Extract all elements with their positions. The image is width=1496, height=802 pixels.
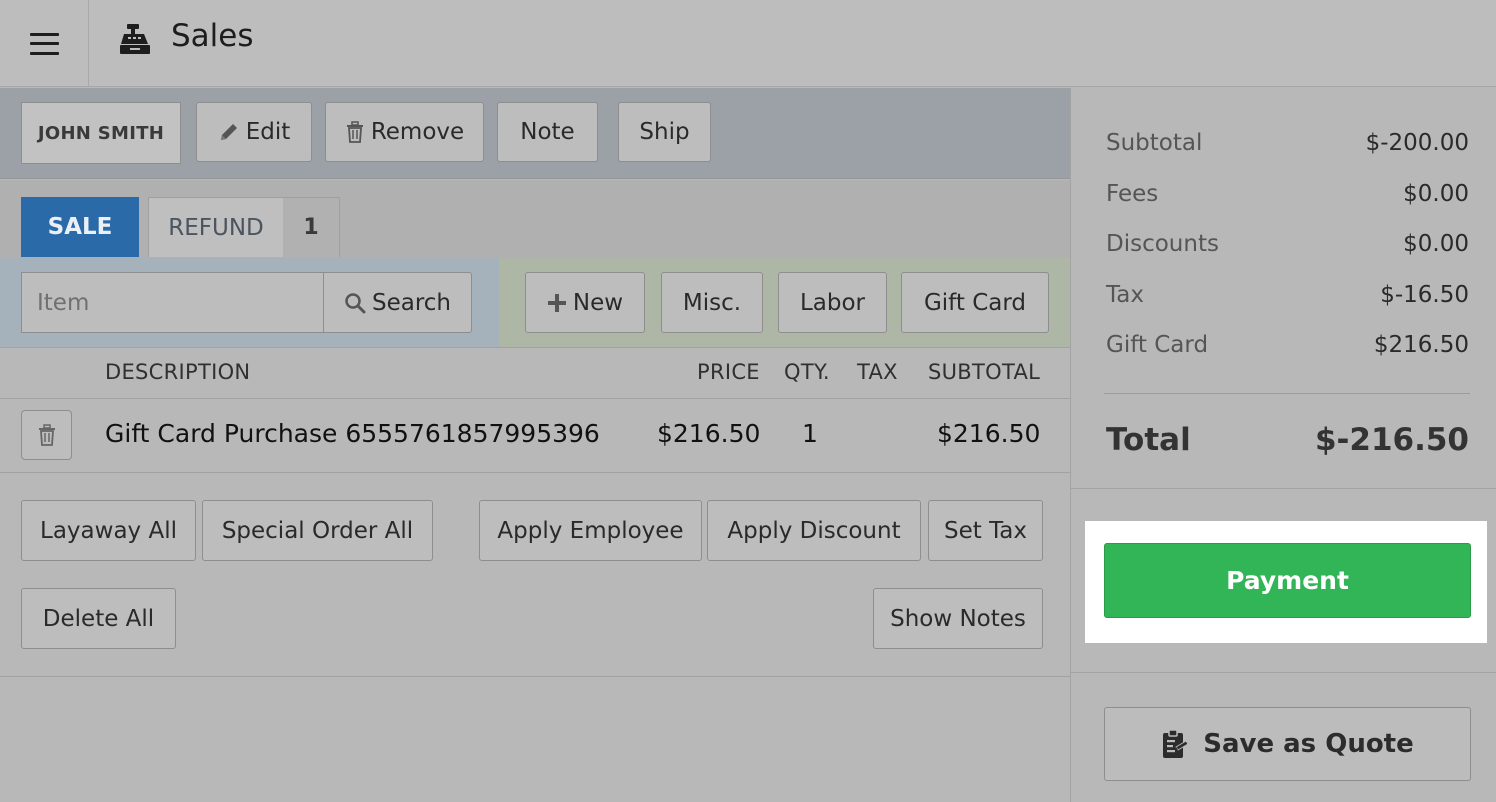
misc-button[interactable]: Misc. — [661, 272, 763, 333]
divider — [1071, 488, 1496, 489]
hamburger-icon — [29, 32, 59, 55]
trash-icon — [38, 424, 55, 446]
gift-card-button[interactable]: Gift Card — [901, 272, 1049, 333]
table-row: Gift Card Purchase 6555761857995396 $216… — [0, 399, 1070, 473]
search-icon — [345, 292, 366, 313]
tab-sale[interactable]: SALE — [21, 197, 139, 257]
divider — [1071, 672, 1496, 673]
labor-button[interactable]: Labor — [778, 272, 887, 333]
plus-icon — [547, 293, 566, 312]
line-description[interactable]: Gift Card Purchase 6555761857995396 — [105, 419, 600, 448]
divider — [1104, 393, 1470, 394]
new-item-button[interactable]: New — [525, 272, 645, 333]
summary-discounts: Discounts $0.00 — [1106, 231, 1469, 257]
summary-fees: Fees $0.00 — [1106, 181, 1469, 207]
save-as-quote-button[interactable]: Save as Quote — [1104, 707, 1471, 781]
note-button[interactable]: Note — [497, 102, 598, 162]
tab-refund[interactable]: REFUND 1 — [148, 197, 340, 257]
refund-count-badge: 1 — [283, 198, 339, 257]
show-notes-button[interactable]: Show Notes — [873, 588, 1043, 649]
tab-refund-label: REFUND — [168, 214, 264, 241]
col-description: DESCRIPTION — [105, 360, 251, 384]
payment-button[interactable]: Payment — [1104, 543, 1471, 618]
add-item-zone: New Misc. Labor Gift Card — [499, 258, 1070, 347]
layaway-all-button[interactable]: Layaway All — [21, 500, 196, 561]
clipboard-icon — [1163, 729, 1189, 758]
delete-all-button[interactable]: Delete All — [21, 588, 176, 649]
divider — [0, 676, 1070, 677]
col-tax: TAX — [857, 360, 898, 384]
item-search-zone: Search — [0, 258, 499, 347]
col-subtotal: SUBTOTAL — [928, 360, 1041, 384]
customer-button[interactable]: JOHN SMITH — [21, 102, 181, 164]
special-order-all-button[interactable]: Special Order All — [202, 500, 433, 561]
page-title: Sales — [171, 18, 254, 54]
remove-customer-button[interactable]: Remove — [325, 102, 484, 162]
apply-employee-button[interactable]: Apply Employee — [479, 500, 702, 561]
trash-icon — [346, 121, 363, 143]
col-qty: QTY. — [784, 360, 830, 384]
set-tax-button[interactable]: Set Tax — [928, 500, 1043, 561]
line-subtotal: $216.50 — [937, 419, 1041, 448]
delete-line-button[interactable] — [21, 410, 72, 460]
customer-name: JOHN SMITH — [37, 122, 165, 144]
apply-discount-button[interactable]: Apply Discount — [707, 500, 921, 561]
line-items-header: DESCRIPTION PRICE QTY. TAX SUBTOTAL — [0, 347, 1070, 399]
menu-button[interactable] — [0, 0, 89, 87]
sale-refund-tabs: SALE REFUND 1 — [0, 180, 1070, 258]
cash-register-icon — [120, 24, 150, 54]
edit-customer-button[interactable]: Edit — [196, 102, 312, 162]
ship-button[interactable]: Ship — [618, 102, 711, 162]
summary-subtotal: Subtotal $-200.00 — [1106, 130, 1469, 156]
line-price[interactable]: $216.50 — [657, 419, 760, 448]
app-header: Sales — [0, 0, 1496, 87]
summary-gift-card: Gift Card $216.50 — [1106, 332, 1469, 358]
payment-highlight: Payment — [1085, 521, 1487, 643]
summary-total: Total $-216.50 — [1106, 422, 1469, 458]
summary-tax: Tax $-16.50 — [1106, 282, 1469, 308]
col-price: PRICE — [697, 360, 760, 384]
search-button[interactable]: Search — [323, 272, 472, 333]
pencil-icon — [220, 124, 237, 140]
customer-bar: JOHN SMITH Edit Remove Note Ship — [0, 88, 1070, 179]
line-qty[interactable]: 1 — [802, 419, 818, 448]
item-search-input[interactable] — [21, 272, 324, 333]
summary-panel: Subtotal $-200.00 Fees $0.00 Discounts $… — [1070, 88, 1496, 802]
sale-panel: JOHN SMITH Edit Remove Note Ship SALE RE… — [0, 88, 1070, 802]
